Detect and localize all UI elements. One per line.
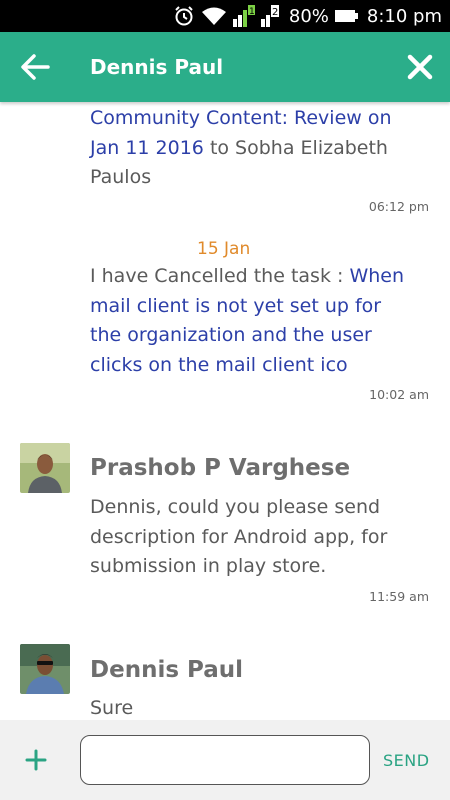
add-attachment-button[interactable] (0, 720, 72, 800)
message-list[interactable]: Community Content: Review on Jan 11 2016… (0, 102, 450, 720)
app-bar: Dennis Paul (0, 32, 450, 102)
back-button[interactable] (0, 32, 70, 102)
status-bar: 1 2 80% 8:10 pm (0, 0, 450, 32)
send-button[interactable]: SEND (383, 751, 430, 770)
message-body: I have Cancelled the task : When mail cl… (90, 265, 404, 376)
date-separator: 15 Jan (197, 239, 251, 259)
alarm-clock-icon (173, 5, 195, 27)
plus-icon (25, 749, 47, 771)
signal-sim1-icon: 1 (232, 5, 255, 27)
message-time: 11:59 am (369, 589, 429, 604)
message-composer: SEND (0, 720, 450, 800)
battery-icon (334, 8, 361, 24)
sender-name: Dennis Paul (90, 657, 244, 683)
message-body: Dennis, could you please send descriptio… (90, 496, 388, 577)
avatar[interactable] (20, 443, 70, 493)
wifi-icon (201, 6, 227, 26)
message-body: Sure (90, 697, 134, 719)
message-time: 10:02 am (369, 387, 429, 402)
message-body: Community Content: Review on Jan 11 2016… (90, 107, 392, 188)
svg-text:1: 1 (249, 7, 255, 17)
close-button[interactable] (390, 32, 450, 102)
sender-name: Prashob P Varghese (90, 455, 351, 481)
message-time: 06:12 pm (368, 199, 429, 214)
page-title: Dennis Paul (90, 55, 224, 79)
arrow-left-icon (21, 54, 50, 80)
battery-percent: 80% (288, 5, 329, 27)
svg-text:2: 2 (272, 7, 278, 18)
avatar[interactable] (20, 644, 70, 694)
close-icon (407, 54, 433, 80)
signal-sim2-icon: 2 (260, 5, 283, 27)
message-input[interactable] (80, 735, 370, 785)
clock: 8:10 pm (366, 5, 442, 27)
